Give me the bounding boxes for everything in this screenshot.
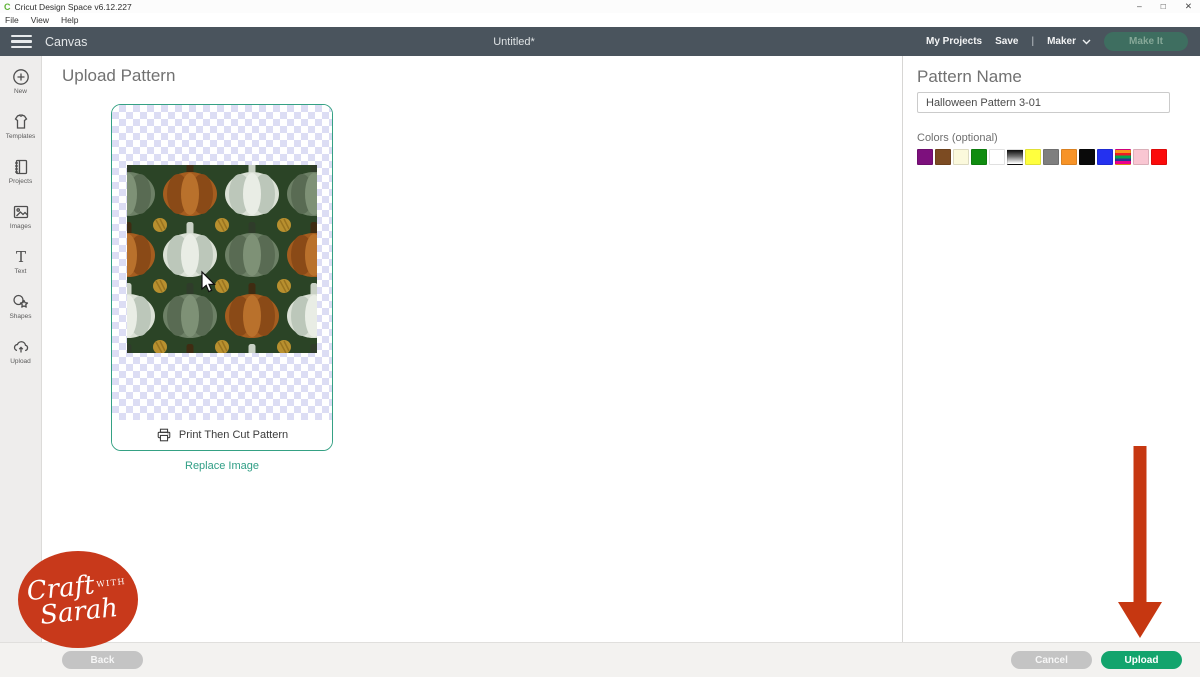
printer-icon <box>157 428 171 442</box>
menu-bar: File View Help <box>0 13 1200 27</box>
sidebar-item-label: Shapes <box>9 313 32 320</box>
colors-optional-label: Colors (optional) <box>917 132 998 144</box>
document-title[interactable]: Untitled* <box>454 36 574 48</box>
sidebar-item-label: Upload <box>10 358 31 365</box>
left-sidebar: New Templates Projects Images T Text Sha… <box>0 56 42 642</box>
color-swatch-cream[interactable] <box>953 149 969 165</box>
upload-cloud-icon <box>13 341 28 353</box>
color-swatch-white[interactable] <box>989 149 1005 165</box>
annotation-arrow-down <box>1118 446 1162 638</box>
text-icon: T <box>15 248 25 266</box>
sidebar-item-text[interactable]: T Text <box>0 243 41 288</box>
canvas-tab[interactable]: Canvas <box>45 35 87 49</box>
logo-text-sarah: Sarah <box>38 592 120 631</box>
sidebar-item-new[interactable]: New <box>0 63 41 108</box>
shapes-icon <box>12 294 28 308</box>
color-swatch-yellow[interactable] <box>1025 149 1041 165</box>
cancel-button[interactable]: Cancel <box>1011 651 1092 669</box>
pattern-preview-image[interactable] <box>127 165 317 353</box>
sidebar-item-label: Projects <box>8 178 33 185</box>
sidebar-item-shapes[interactable]: Shapes <box>0 288 41 333</box>
sidebar-item-projects[interactable]: Projects <box>0 153 41 198</box>
images-icon <box>13 205 28 219</box>
color-swatch-pink[interactable] <box>1133 149 1149 165</box>
pattern-card: Print Then Cut Pattern <box>111 104 333 451</box>
cricut-logo-icon: C <box>4 1 11 12</box>
os-title-bar: C Cricut Design Space v6.12.227 – □ ✕ <box>0 0 1200 13</box>
pattern-name-title: Pattern Name <box>917 67 1022 86</box>
mouse-cursor-icon <box>201 270 216 293</box>
transparency-checkerboard <box>112 105 332 420</box>
sidebar-item-label: Text <box>14 268 27 275</box>
maximize-button[interactable]: □ <box>1161 1 1166 12</box>
upload-button[interactable]: Upload <box>1101 651 1182 669</box>
minimize-button[interactable]: – <box>1137 1 1142 12</box>
color-swatch-blue[interactable] <box>1097 149 1113 165</box>
window-title: Cricut Design Space v6.12.227 <box>14 1 132 12</box>
print-then-cut-row: Print Then Cut Pattern <box>112 420 332 450</box>
color-swatch-brown[interactable] <box>935 149 951 165</box>
hamburger-menu-icon[interactable] <box>11 34 32 49</box>
header-separator: | <box>1031 36 1035 47</box>
back-button[interactable]: Back <box>62 651 143 669</box>
sidebar-item-images[interactable]: Images <box>0 198 41 243</box>
tshirt-icon <box>14 114 27 129</box>
app-header: Canvas Untitled* My Projects Save | Make… <box>0 27 1200 56</box>
machine-select[interactable]: Maker <box>1047 36 1091 47</box>
sidebar-item-templates[interactable]: Templates <box>0 108 41 153</box>
pattern-name-input[interactable] <box>917 92 1170 113</box>
color-swatch-purple[interactable] <box>917 149 933 165</box>
color-swatch-orange[interactable] <box>1061 149 1077 165</box>
color-swatch-gradient[interactable] <box>1007 149 1023 165</box>
menu-file[interactable]: File <box>5 15 19 25</box>
make-it-button[interactable]: Make It <box>1104 32 1188 51</box>
print-then-cut-label: Print Then Cut Pattern <box>178 429 289 441</box>
color-swatch-black[interactable] <box>1079 149 1095 165</box>
color-swatch-row <box>917 149 1167 165</box>
close-button[interactable]: ✕ <box>1185 1 1192 12</box>
sidebar-item-label: Templates <box>5 133 36 140</box>
color-swatch-rainbow[interactable] <box>1115 149 1131 165</box>
menu-view[interactable]: View <box>31 15 49 25</box>
my-projects-link[interactable]: My Projects <box>926 36 982 47</box>
machine-select-label: Maker <box>1047 36 1076 47</box>
logo-text-with: with <box>96 576 127 589</box>
menu-help[interactable]: Help <box>61 15 78 25</box>
sidebar-item-label: New <box>13 88 27 95</box>
page-title: Upload Pattern <box>62 66 176 85</box>
color-swatch-gray[interactable] <box>1043 149 1059 165</box>
color-swatch-red[interactable] <box>1151 149 1167 165</box>
chevron-down-icon <box>1082 39 1091 44</box>
projects-book-icon <box>14 159 27 175</box>
cricut-design-space-window: C Cricut Design Space v6.12.227 – □ ✕ Fi… <box>0 0 1200 677</box>
footer-bar: Back Cancel Upload <box>0 642 1200 677</box>
craft-with-sarah-logo: Craftwith Sarah <box>18 551 138 648</box>
replace-image-link[interactable]: Replace Image <box>111 460 333 472</box>
save-link[interactable]: Save <box>995 36 1018 47</box>
svg-text:T: T <box>15 248 25 266</box>
color-swatch-green[interactable] <box>971 149 987 165</box>
plus-circle-icon <box>12 69 29 85</box>
sidebar-item-upload[interactable]: Upload <box>0 333 41 378</box>
sidebar-item-label: Images <box>9 223 32 230</box>
